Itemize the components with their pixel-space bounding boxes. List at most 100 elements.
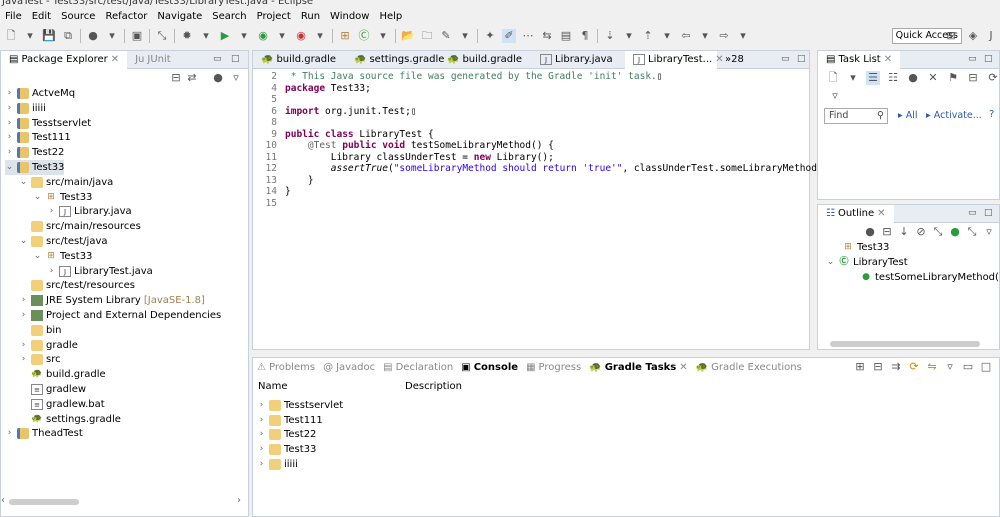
column-header-description[interactable]: Description <box>405 381 462 392</box>
dropdown-icon[interactable]: ▾ <box>275 29 289 43</box>
java-perspective-icon[interactable]: J <box>984 29 998 43</box>
tree-item[interactable]: ⌄ ⊞ Test33 <box>33 190 93 205</box>
expand-arrow-icon[interactable]: ⌄ <box>5 160 14 175</box>
external-tools-icon[interactable]: ◉ <box>294 29 308 43</box>
tab-javadoc[interactable]: @ Javadoc <box>319 358 379 376</box>
menu-help[interactable]: Help <box>374 9 407 24</box>
prev-annotation-icon[interactable]: ⇡ <box>641 29 655 43</box>
hide-completed-icon[interactable]: ✕ <box>926 71 940 85</box>
dropdown-icon[interactable]: ▾ <box>622 29 636 43</box>
expand-arrow-icon[interactable]: › <box>257 457 266 472</box>
dropdown-icon[interactable]: ▾ <box>23 29 37 43</box>
open-perspective-icon[interactable]: ⊞ <box>944 29 958 43</box>
link-icon[interactable]: ⇉ <box>889 360 903 374</box>
expand-arrow-icon[interactable]: ⌄ <box>33 249 42 264</box>
tab-package-explorer[interactable]: ▤ Package Explorer ✕ <box>1 50 128 69</box>
view-menu-icon[interactable]: ▿ <box>828 89 842 103</box>
terminal-icon[interactable]: ▣ <box>130 29 144 43</box>
minimize-icon[interactable]: ▭ <box>961 360 975 374</box>
maximize-icon[interactable]: □ <box>979 360 993 374</box>
focus-icon[interactable]: ● <box>906 71 920 85</box>
tree-item[interactable]: ≡ gradlew.bat <box>19 397 105 412</box>
search-icon[interactable]: ✎ <box>439 29 453 43</box>
java-ee-perspective-icon[interactable]: ◈ <box>966 29 980 43</box>
profile-icon[interactable]: ● <box>86 29 100 43</box>
forward-icon[interactable]: ⇨ <box>717 29 731 43</box>
outline-item[interactable]: ⌄ Ⓒ LibraryTest <box>826 255 908 270</box>
gradle-project-row[interactable]: › Test33 <box>257 442 316 457</box>
close-icon[interactable]: ✕ <box>679 362 687 373</box>
dropdown-icon[interactable]: ▾ <box>736 29 750 43</box>
tree-item[interactable]: ⌄ Test33 <box>5 160 65 175</box>
focus-icon[interactable]: ● <box>863 225 877 239</box>
menu-search[interactable]: Search <box>207 9 251 24</box>
tab-junit[interactable]: Ju JUnit <box>127 51 179 69</box>
menu-source[interactable]: Source <box>56 9 100 24</box>
tree-item[interactable]: › Project and External Dependencies <box>19 308 221 323</box>
maximize-icon[interactable]: □ <box>984 54 993 64</box>
minimize-icon[interactable]: ▭ <box>968 208 977 218</box>
menu-edit[interactable]: Edit <box>27 9 56 24</box>
debug-icon[interactable]: ✹ <box>180 29 194 43</box>
tree-item[interactable]: ≡ gradlew <box>19 382 86 397</box>
minimize-icon[interactable]: ▭ <box>968 54 977 64</box>
tree-item[interactable]: › gradle <box>19 338 78 353</box>
collapse-all-icon[interactable]: ⊟ <box>169 71 183 85</box>
scheduled-icon[interactable]: ☷ <box>886 71 900 85</box>
hide-nonpublic-icon[interactable]: ● <box>948 225 962 239</box>
menu-file[interactable]: File <box>0 9 27 24</box>
editor-tab[interactable]: J Library.java <box>532 51 625 69</box>
show-whitespace-icon[interactable]: ▤ <box>559 29 573 43</box>
tab-outline[interactable]: ☷ Outline ✕ <box>818 204 894 223</box>
view-menu-icon[interactable]: ▿ <box>982 225 996 239</box>
outline-item[interactable]: ● testSomeLibraryMethod() : v <box>860 270 1000 285</box>
expand-arrow-icon[interactable]: › <box>5 101 14 116</box>
expand-arrow-icon[interactable]: › <box>19 338 28 353</box>
tab-gradle-executions[interactable]: 🐢 Gradle Executions <box>692 358 806 376</box>
activate-link[interactable]: ▸ Activate... <box>926 110 982 121</box>
tree-item[interactable]: ⌄ src/main/java <box>19 175 113 190</box>
expand-arrow-icon[interactable]: › <box>19 352 28 367</box>
dropdown-icon[interactable]: ▾ <box>376 29 390 43</box>
horizontal-scrollbar[interactable] <box>830 341 980 347</box>
gradle-project-row[interactable]: › Test22 <box>257 427 316 442</box>
expand-arrow-icon[interactable]: › <box>5 130 14 145</box>
expand-arrow-icon[interactable]: › <box>257 398 266 413</box>
menu-navigate[interactable]: Navigate <box>152 9 207 24</box>
sort-icon[interactable]: ↓ <box>897 225 911 239</box>
refresh-all-icon[interactable]: ⇋ <box>925 360 939 374</box>
dropdown-icon[interactable]: ▾ <box>199 29 213 43</box>
tree-item[interactable]: › J Library.java <box>47 204 132 219</box>
maximize-icon[interactable]: □ <box>984 208 993 218</box>
editor-tab[interactable]: J LibraryTest... ✕ <box>625 50 724 69</box>
tree-item[interactable]: src/main/resources <box>19 219 141 234</box>
gradle-project-row[interactable]: › Tesstservlet <box>257 398 343 413</box>
run-icon[interactable]: ▶ <box>218 29 232 43</box>
link-with-editor-icon[interactable]: ⇄ <box>185 71 199 85</box>
hide-fields-icon[interactable]: ⊘ <box>914 225 928 239</box>
mark-occurrences-icon[interactable]: ✐ <box>502 29 516 43</box>
maximize-icon[interactable]: □ <box>231 54 240 64</box>
dropdown-icon[interactable]: ▾ <box>313 29 327 43</box>
dropdown-icon[interactable]: ▾ <box>698 29 712 43</box>
new-task-icon[interactable]: 🗋 <box>826 71 840 85</box>
dropdown-icon[interactable]: ▾ <box>105 29 119 43</box>
menu-project[interactable]: Project <box>252 9 296 24</box>
minimize-icon[interactable]: ▭ <box>781 54 790 64</box>
next-annotation-icon[interactable]: ⇣ <box>603 29 617 43</box>
tree-item[interactable]: › JRE System Library [JavaSE-1.8] <box>19 293 205 308</box>
skip-breakpoints-icon[interactable]: ⤡ <box>155 29 169 43</box>
tree-item[interactable]: › ActveMq <box>5 86 75 101</box>
coverage-icon[interactable]: ◉ <box>256 29 270 43</box>
dropdown-icon[interactable]: ▾ <box>660 29 674 43</box>
expand-arrow-icon[interactable]: › <box>257 427 266 442</box>
close-icon[interactable]: ✕ <box>877 208 885 219</box>
expand-all-icon[interactable]: ⊞ <box>853 360 867 374</box>
expand-arrow-icon[interactable]: › <box>5 86 14 101</box>
editor-tab[interactable]: 🐢 build.gradle <box>253 51 346 69</box>
menu-window[interactable]: Window <box>325 9 374 24</box>
filter-icon[interactable]: ⚑ <box>946 71 960 85</box>
editor-tab[interactable]: 🐢 build.gradle <box>439 51 532 69</box>
categorized-icon[interactable]: ☰ <box>866 71 880 85</box>
tree-item[interactable]: › Test111 <box>5 130 71 145</box>
